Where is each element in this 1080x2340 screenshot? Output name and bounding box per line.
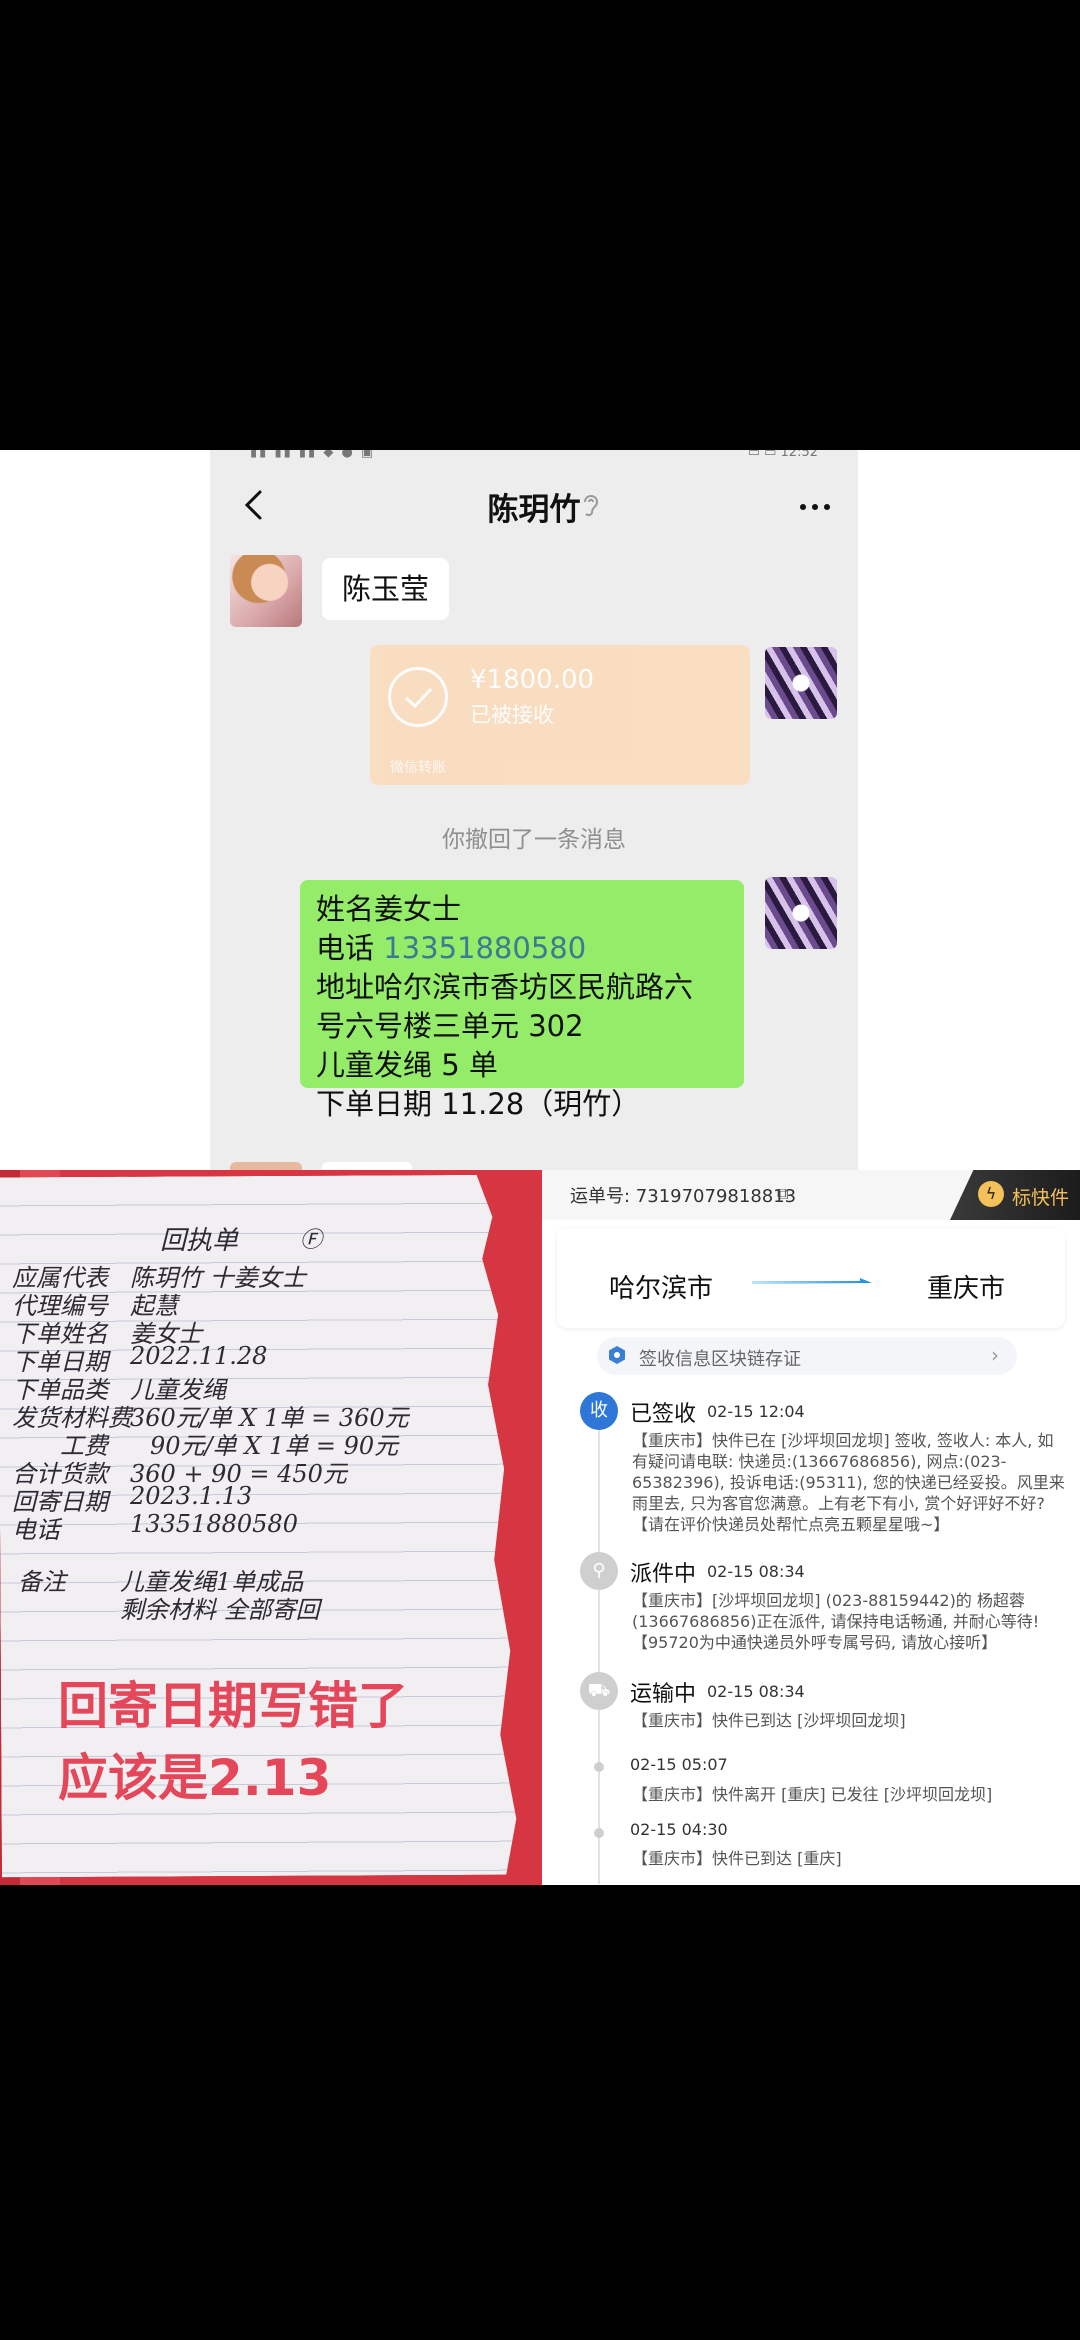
status-bar: ▮▮ ▮▮ ▮▮ ◆ ● ▣ ▭ ▭ 12:52: [210, 450, 858, 462]
waybill-value: 73197079818813: [635, 1186, 797, 1207]
event-time: 02-15 08:34: [707, 1682, 805, 1701]
transfer-footer: 微信转账: [390, 760, 446, 776]
event-description: 【重庆市】快件已在 [沙坪坝回龙坝] 签收, 签收人: 本人, 如有疑问请电联:…: [632, 1431, 1065, 1534]
express-label: 标快件: [1012, 1187, 1070, 1209]
origin-city: 哈尔滨市: [609, 1274, 714, 1304]
route-card: 哈尔滨市 重庆市: [557, 1228, 1065, 1328]
phone-label: 电话: [316, 931, 384, 965]
timeline-line: [598, 1414, 600, 1884]
event-time: 02-15 12:04: [707, 1402, 805, 1421]
blockchain-icon: [609, 1346, 625, 1364]
ear-icon: [580, 490, 602, 522]
blockchain-text: 签收信息区块链存证: [639, 1349, 801, 1370]
event-description: 【重庆市】快件离开 [重庆] 已发往 [沙坪坝回龙坝]: [632, 1785, 993, 1804]
event-description: 【重庆市】[沙坪坝回龙坝] (023-88159442)的 杨超蓉(136676…: [632, 1591, 1040, 1652]
message-bubble-contact[interactable]: 陈玉莹: [322, 558, 450, 620]
copy-icon[interactable]: ⧉: [777, 1184, 788, 1204]
event-time: 02-15 08:34: [707, 1562, 805, 1581]
receipt-value: 2022.11.28: [130, 1342, 268, 1370]
recall-notice: 你撤回了一条消息: [442, 827, 626, 853]
truck-icon: ⛟: [580, 1672, 618, 1710]
battery-clock: ▭ ▭ 12:52: [747, 450, 818, 460]
more-options-button[interactable]: [790, 482, 840, 532]
transfer-amount: ¥1800.00: [470, 665, 595, 695]
timeline-dot: [594, 1762, 604, 1772]
phone-link[interactable]: 13351880580: [383, 931, 586, 965]
event-status: 运输中: [630, 1682, 697, 1707]
blockchain-proof-link[interactable]: 签收信息区块链存证 ›: [597, 1337, 1017, 1375]
receipt-note-label: 备注: [18, 1568, 66, 1596]
delivery-courier-icon: ⚲: [580, 1552, 618, 1590]
event-status: 已签收: [630, 1402, 697, 1427]
waybill-number: 运单号: 73197079818813: [570, 1182, 796, 1208]
chat-title: 陈玥竹: [487, 492, 581, 528]
order-line-date: 下单日期 11.28（玥竹）: [316, 1087, 641, 1121]
receipt-photo: 回执单 Ⓕ 应属代表 陈玥竹 十姜女士 代理编号 起慧 下单姓名 姜女士 下单日…: [0, 1170, 542, 1885]
event-description: 【重庆市】快件已到达 [沙坪坝回龙坝]: [632, 1711, 906, 1730]
route-arrow-icon: [752, 1278, 872, 1284]
contact-avatar[interactable]: [230, 555, 302, 627]
destination-city: 重庆市: [926, 1274, 1005, 1304]
more-dots-icon: [800, 504, 830, 510]
order-line-product: 儿童发绳 5 单: [316, 1048, 498, 1082]
order-line-name: 姓名姜女士: [316, 892, 462, 926]
receipt-value: 2023.1.13: [130, 1482, 253, 1510]
timeline-dot: [594, 1828, 604, 1838]
receipt-title: 回执单: [160, 1226, 239, 1256]
event-time: 02-15 05:07: [630, 1755, 728, 1774]
check-circle-icon: [388, 667, 448, 727]
my-avatar[interactable]: [765, 877, 837, 949]
receipt-note-line: 剩余材料 全部寄回: [120, 1596, 320, 1624]
logistics-screen: 运单号: 73197079818813 ⧉ ϟ 标快件 哈尔滨市 重庆市 签收信…: [542, 1170, 1080, 1885]
transfer-status: 已被接收: [470, 703, 554, 727]
annotation-line: 应该是2.13: [58, 1749, 332, 1807]
chat-header: 陈玥竹: [210, 462, 858, 552]
next-message-avatar-partial: [230, 1162, 302, 1170]
my-avatar[interactable]: [765, 647, 837, 719]
event-time: 02-15 04:30: [630, 1820, 728, 1839]
lightning-icon: ϟ: [978, 1181, 1004, 1207]
receipt-value: 13351880580: [130, 1510, 298, 1538]
transfer-card[interactable]: ¥1800.00 已被接收 微信转账: [370, 645, 750, 785]
express-badge: ϟ 标快件: [950, 1170, 1080, 1220]
annotation-line: 回寄日期写错了: [58, 1677, 408, 1735]
receipt-label: 电话: [12, 1516, 60, 1544]
chat-screen: ▮▮ ▮▮ ▮▮ ◆ ● ▣ ▭ ▭ 12:52 陈玥竹 陈玉莹 ¥1800.0: [210, 450, 858, 1170]
annotation-overlay: 回寄日期写错了 应该是2.13: [58, 1670, 408, 1814]
signed-icon: 收: [580, 1392, 618, 1430]
order-line-phone: 电话 13351880580: [316, 929, 728, 968]
order-line-address-2: 号六号楼三单元 302: [316, 1009, 584, 1043]
event-description: 【重庆市】快件已到达 [重庆]: [632, 1849, 842, 1868]
order-line-address: 地址哈尔滨市香坊区民航路六: [316, 970, 694, 1004]
waybill-bar: 运单号: 73197079818813 ⧉ ϟ 标快件: [542, 1170, 1080, 1220]
next-message-bubble-partial: [322, 1162, 412, 1170]
message-bubble-order[interactable]: 姓名姜女士 电话 13351880580 地址哈尔滨市香坊区民航路六 号六号楼三…: [300, 880, 744, 1121]
chevron-right-icon: ›: [991, 1343, 999, 1367]
circled-mark-icon: Ⓕ: [300, 1228, 323, 1253]
event-status: 派件中: [630, 1562, 697, 1587]
signal-icons: ▮▮ ▮▮ ▮▮ ◆ ● ▣: [250, 450, 376, 460]
waybill-label: 运单号:: [570, 1186, 636, 1207]
